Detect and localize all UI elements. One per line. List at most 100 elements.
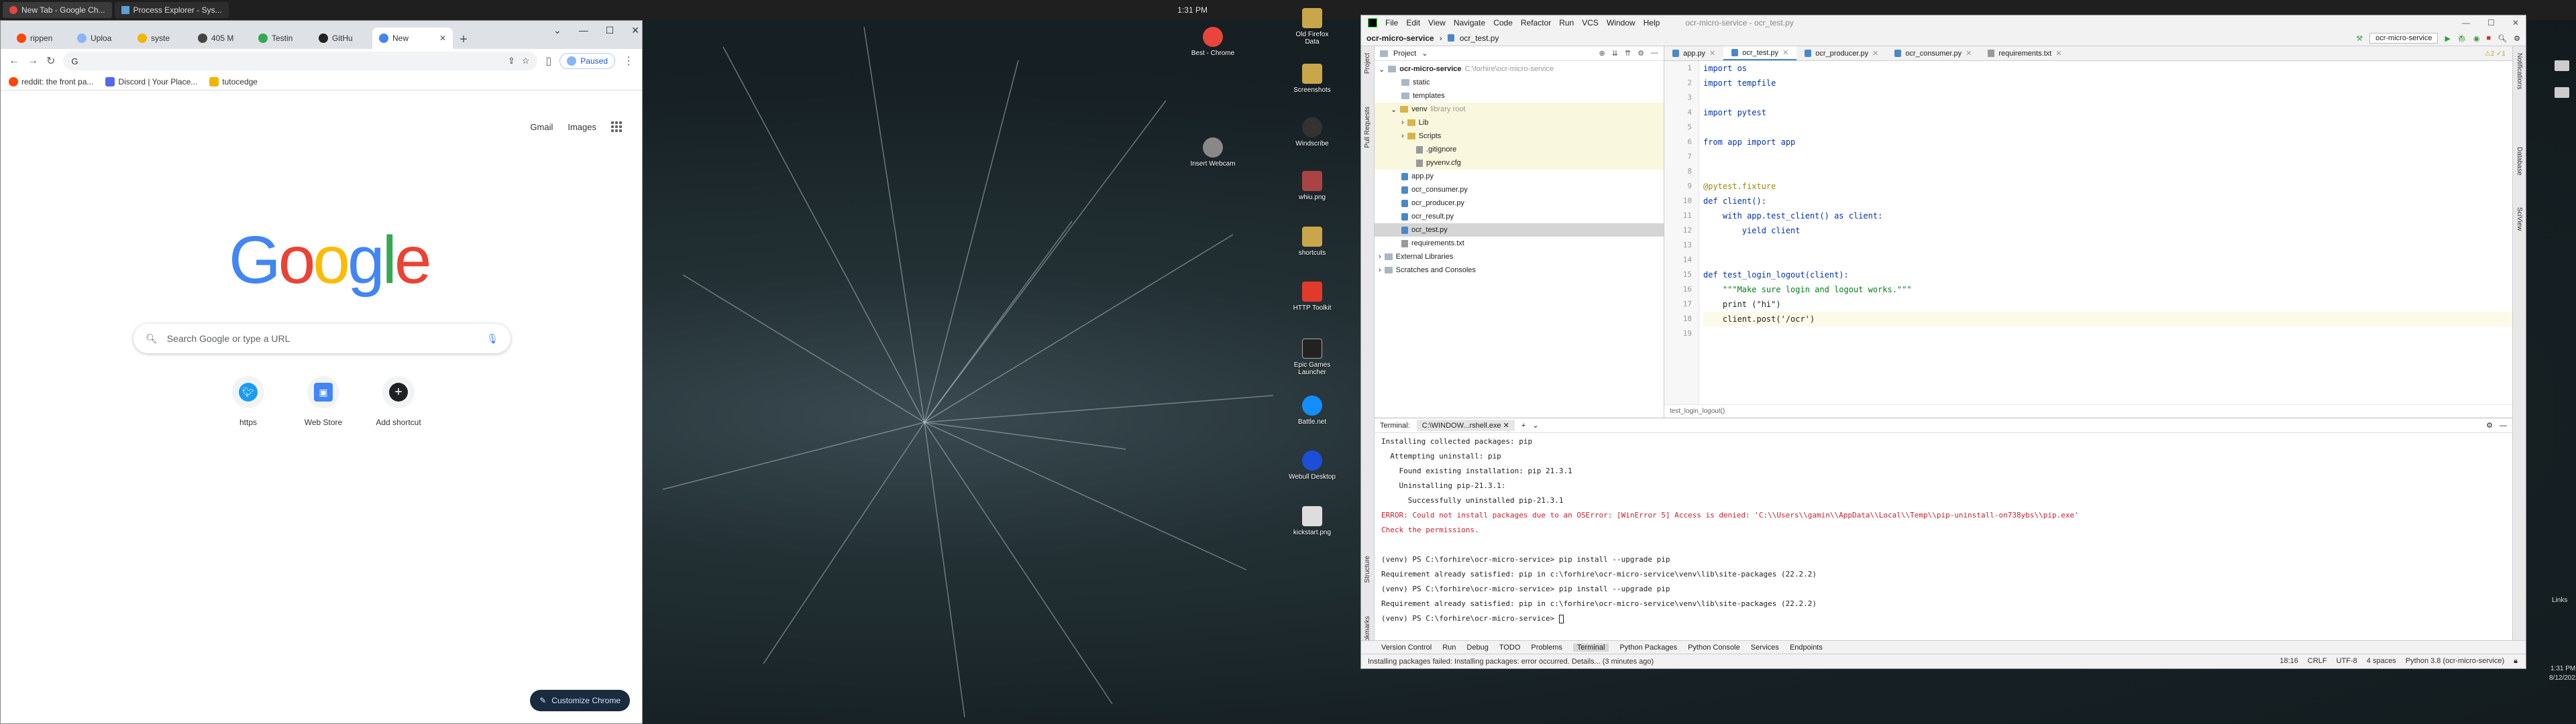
- add-shortcut-tile[interactable]: + Add shortcut: [372, 376, 425, 427]
- customize-chrome-button[interactable]: ✎ Customize Chrome: [530, 690, 630, 711]
- close-icon[interactable]: ✕: [1709, 49, 1715, 58]
- chrome-tab[interactable]: Testin: [252, 27, 311, 49]
- maximize-icon[interactable]: ☐: [2487, 18, 2495, 27]
- tree-item[interactable]: pyvenv.cfg: [1375, 156, 1664, 170]
- tree-item[interactable]: › Scripts: [1375, 129, 1664, 143]
- google-search-box[interactable]: 🔍︎ Search Google or type a URL 🎙︎: [133, 324, 511, 353]
- hide-icon[interactable]: —: [1651, 49, 1658, 58]
- tree-item[interactable]: ⌄ ocr-micro-service C:\forhire\ocr-micro-s…: [1375, 62, 1664, 76]
- profile-paused-button[interactable]: Paused: [559, 53, 615, 69]
- chevron-down-icon[interactable]: ⌄: [1421, 49, 1428, 58]
- hide-icon[interactable]: —: [2500, 422, 2507, 430]
- menu-view[interactable]: View: [1428, 18, 1446, 27]
- bookmark-reddit[interactable]: reddit: the front pa...: [9, 76, 93, 86]
- tool-services[interactable]: Services: [1751, 644, 1779, 652]
- code-area[interactable]: import os import tempfile import pytest fro…: [1699, 61, 2512, 404]
- close-icon[interactable]: ✕: [1966, 49, 1972, 58]
- desktop-icon[interactable]: shortcuts: [1288, 227, 1336, 257]
- tool-sciview[interactable]: SciView: [2516, 207, 2523, 231]
- tool-notifications[interactable]: Notifications: [2516, 53, 2523, 89]
- gear-icon[interactable]: ⚙: [1638, 49, 1644, 58]
- bookmark-tutocedge[interactable]: tutocedge: [209, 76, 258, 86]
- run-config-dropdown[interactable]: ocr-micro-service: [2369, 33, 2438, 44]
- side-panel-icon[interactable]: ▯: [545, 54, 551, 68]
- bookmark-star-icon[interactable]: ☆: [522, 56, 530, 66]
- lock-icon[interactable]: 🔒︎: [2514, 657, 2518, 666]
- close-icon[interactable]: ✕: [1503, 422, 1509, 430]
- close-icon[interactable]: ✕: [631, 25, 639, 36]
- tab-close-icon[interactable]: ✕: [439, 34, 446, 43]
- nav-crumb-file[interactable]: ocr_test.py: [1460, 34, 1499, 43]
- close-icon[interactable]: ✕: [2055, 49, 2061, 58]
- menu-edit[interactable]: Edit: [1406, 18, 1420, 27]
- menu-file[interactable]: File: [1385, 18, 1398, 27]
- status-message[interactable]: Installing packages failed: Installing p…: [1368, 658, 1654, 666]
- editor-tab[interactable]: app.py ✕: [1664, 46, 1723, 60]
- desktop-icon[interactable]: Battle.net: [1288, 396, 1336, 426]
- plus-icon[interactable]: +: [1521, 422, 1525, 430]
- reload-icon[interactable]: ↻: [46, 54, 55, 68]
- menu-help[interactable]: Help: [1644, 18, 1660, 27]
- app-icon[interactable]: [2555, 87, 2569, 98]
- links-toolbar[interactable]: Links: [2552, 597, 2567, 604]
- tool-version-control[interactable]: Version Control: [1381, 644, 1432, 652]
- run-icon[interactable]: ▶: [2445, 34, 2450, 43]
- tool-python-console[interactable]: Python Console: [1688, 644, 1740, 652]
- desktop-icon[interactable]: Webull Desktop: [1288, 450, 1336, 481]
- terminal-tab[interactable]: C:\WINDOW...rshell.exe ✕: [1416, 420, 1515, 431]
- desktop-icon[interactable]: Windscribe: [1288, 117, 1336, 147]
- status-encoding[interactable]: UTF-8: [2337, 657, 2357, 666]
- status-interpreter[interactable]: Python 3.8 (ocr-micro-service): [2406, 657, 2504, 666]
- gmail-link[interactable]: Gmail: [530, 122, 553, 132]
- tree-item-selected[interactable]: ocr_test.py: [1375, 223, 1664, 237]
- tree-item[interactable]: ⌄ venv library root: [1375, 103, 1664, 116]
- tree-item[interactable]: › External Libraries: [1375, 250, 1664, 263]
- desktop-icon[interactable]: HTTP Toolkit: [1288, 282, 1336, 312]
- tree-item[interactable]: app.py: [1375, 170, 1664, 183]
- maximize-icon[interactable]: ☐: [606, 25, 614, 36]
- tool-project[interactable]: Project: [1364, 53, 1371, 74]
- editor-tab[interactable]: ocr_producer.py ✕: [1796, 46, 1886, 60]
- forward-arrow-icon[interactable]: →: [28, 55, 38, 67]
- chrome-tab[interactable]: Uploa: [70, 27, 129, 49]
- collapse-all-icon[interactable]: ⇊: [1612, 49, 1618, 58]
- minimize-icon[interactable]: —: [579, 25, 588, 36]
- tool-endpoints[interactable]: Endpoints: [1790, 644, 1823, 652]
- tree-item[interactable]: static: [1375, 76, 1664, 89]
- editor-breadcrumb[interactable]: test_login_logout(): [1664, 404, 2512, 418]
- locate-icon[interactable]: ⊕: [1599, 49, 1605, 58]
- menu-navigate[interactable]: Navigate: [1454, 18, 1485, 27]
- tool-database[interactable]: Database: [2516, 147, 2523, 176]
- close-icon[interactable]: ✕: [2512, 18, 2519, 27]
- tool-pull-requests[interactable]: Pull Requests: [1364, 107, 1371, 148]
- status-caret-position[interactable]: 18:16: [2279, 657, 2298, 666]
- menu-window[interactable]: Window: [1607, 18, 1635, 27]
- tree-item[interactable]: › Lib: [1375, 116, 1664, 129]
- minimize-icon[interactable]: —: [2462, 18, 2470, 27]
- menu-run[interactable]: Run: [1559, 18, 1574, 27]
- chrome-tab[interactable]: 405 M: [191, 27, 250, 49]
- chrome-tab[interactable]: GitHu: [312, 27, 371, 49]
- editor-tab[interactable]: ocr_consumer.py ✕: [1886, 46, 1980, 60]
- status-indent[interactable]: 4 spaces: [2367, 657, 2396, 666]
- tree-item[interactable]: requirements.txt: [1375, 237, 1664, 250]
- new-tab-button[interactable]: +: [454, 30, 473, 49]
- desktop-icon[interactable]: Old Firefox Data: [1288, 8, 1336, 46]
- chrome-tab-active[interactable]: New ✕: [372, 27, 453, 49]
- omnibox[interactable]: G ⇪ ☆: [63, 52, 538, 70]
- images-link[interactable]: Images: [568, 122, 596, 132]
- tool-python-packages[interactable]: Python Packages: [1619, 644, 1677, 652]
- shortcut-tile[interactable]: 🐦︎ https: [222, 376, 274, 427]
- tool-structure[interactable]: Structure: [1364, 556, 1371, 583]
- terminal-output[interactable]: Installing collected packages: pip Attem…: [1375, 433, 2512, 627]
- taskbar-item-chrome[interactable]: New Tab - Google Ch...: [3, 2, 112, 18]
- chrome-tab[interactable]: rippen: [10, 27, 69, 49]
- coverage-icon[interactable]: ◉: [2473, 34, 2480, 43]
- search-icon[interactable]: 🔍︎: [2498, 34, 2507, 43]
- tool-problems[interactable]: Problems: [1531, 644, 1562, 652]
- share-icon[interactable]: ⇪: [508, 56, 515, 66]
- tree-item[interactable]: ocr_producer.py: [1375, 196, 1664, 210]
- status-line-separator[interactable]: CRLF: [2308, 657, 2327, 666]
- desktop-icon[interactable]: whiu.png: [1288, 171, 1336, 201]
- tree-item[interactable]: ocr_consumer.py: [1375, 183, 1664, 196]
